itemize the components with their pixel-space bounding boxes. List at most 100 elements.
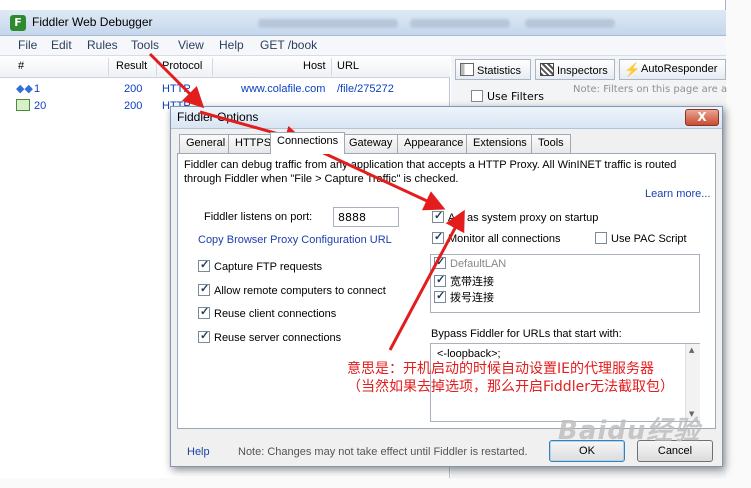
checkbox-box[interactable] <box>434 273 446 287</box>
use-pac-script-checkbox[interactable]: Use PAC Script <box>595 232 687 245</box>
menu-tools[interactable]: Tools <box>131 38 159 52</box>
tab-inspectors[interactable]: Inspectors <box>535 59 615 80</box>
response-image-icon <box>16 99 30 111</box>
dialog-title: Fiddler Options <box>177 110 259 124</box>
column-protocol[interactable]: Protocol <box>162 60 202 72</box>
menu-get-book[interactable]: GET /book <box>260 38 317 52</box>
menu-help[interactable]: Help <box>219 38 244 52</box>
port-input[interactable]: 8888 <box>333 207 399 227</box>
menu-rules[interactable]: Rules <box>87 38 118 52</box>
session-id: 1 <box>34 83 41 95</box>
bypass-label: Bypass Fiddler for URLs that start with: <box>431 328 622 340</box>
tab-appearance[interactable]: Appearance <box>397 134 471 153</box>
column-url[interactable]: URL <box>337 60 359 72</box>
checkbox-box[interactable] <box>595 232 607 244</box>
checkbox-label: Use PAC Script <box>611 233 687 245</box>
table-row[interactable]: ◆◆ 1 200 HTTP www.colafile.com /file/275… <box>0 81 450 98</box>
connections-list: DefaultLAN 宽带连接 拨号连接 <box>430 254 700 313</box>
tab-general[interactable]: General <box>179 134 233 153</box>
menu-bar: File Edit Rules Tools View Help GET /boo… <box>0 36 726 56</box>
checkbox-label: Allow remote computers to connect <box>214 285 386 297</box>
checkbox-box[interactable] <box>434 289 446 303</box>
statistics-icon <box>460 63 474 76</box>
session-list-header: # Result Protocol Host URL <box>0 56 450 78</box>
tab-autoresponder[interactable]: ⚡AutoResponder <box>619 59 726 80</box>
lightning-icon: ⚡ <box>624 62 641 77</box>
connection-label: 宽带连接 <box>450 276 494 288</box>
dialog-title-bar: Fiddler Options X <box>171 107 722 129</box>
reuse-server-checkbox[interactable]: Reuse server connections <box>198 329 342 344</box>
background-page-bottom <box>0 478 751 488</box>
allow-remote-checkbox[interactable]: Allow remote computers to connect <box>198 282 386 297</box>
get-request-icon: ◆◆ <box>16 83 33 95</box>
tab-gateway[interactable]: Gateway <box>342 134 400 153</box>
column-divider <box>108 58 109 76</box>
checkbox-box[interactable] <box>432 209 444 223</box>
session-id: 20 <box>34 100 47 112</box>
list-item[interactable]: 拨号连接 <box>434 289 494 305</box>
checkbox-label: Capture FTP requests <box>214 261 323 273</box>
intro-text-line2: through Fiddler when "File > Capture Tra… <box>184 173 459 185</box>
session-host: www.colafile.com <box>241 83 326 95</box>
column-host[interactable]: Host <box>303 60 326 72</box>
connection-label: 拨号连接 <box>450 292 494 304</box>
annotation-line2: （当然如果去掉选项，那么开启Fiddler无法截取包） <box>347 379 674 395</box>
tab-extensions[interactable]: Extensions <box>466 134 534 153</box>
blurred-title-text <box>410 19 510 28</box>
checkbox-box[interactable] <box>198 305 210 319</box>
menu-file[interactable]: File <box>18 38 37 52</box>
title-bar: F Fiddler Web Debugger <box>0 10 726 36</box>
checkbox-box[interactable] <box>471 90 483 102</box>
checkbox-label: Reuse server connections <box>214 332 342 344</box>
scroll-up-icon[interactable]: ▲ <box>689 346 694 354</box>
filters-note: Note: Filters on this page are a <box>573 84 728 95</box>
blurred-title-text <box>525 19 615 28</box>
connection-label: DefaultLAN <box>450 258 507 270</box>
tab-label: AutoResponder <box>641 63 718 75</box>
column-number[interactable]: # <box>18 60 24 72</box>
fiddler-logo-icon: F <box>10 15 26 31</box>
capture-ftp-checkbox[interactable]: Capture FTP requests <box>198 258 323 273</box>
app-title: Fiddler Web Debugger <box>32 15 153 29</box>
inspectors-icon <box>540 63 554 76</box>
use-filters-label: Use Filters <box>487 90 545 103</box>
column-result[interactable]: Result <box>116 60 147 72</box>
checkbox-box[interactable] <box>198 282 210 296</box>
copy-proxy-config-link[interactable]: Copy Browser Proxy Configuration URL <box>198 234 392 246</box>
checkbox-box[interactable] <box>434 255 446 269</box>
learn-more-link[interactable]: Learn more... <box>645 188 710 200</box>
reuse-client-checkbox[interactable]: Reuse client connections <box>198 305 337 320</box>
tab-label: Statistics <box>477 65 522 77</box>
checkbox-box[interactable] <box>198 329 210 343</box>
monitor-all-connections-checkbox[interactable]: Monitor all connections <box>432 230 561 245</box>
checkbox-label: Monitor all connections <box>448 233 561 245</box>
session-result: 200 <box>124 83 143 95</box>
baidu-watermark: Baidu经验 <box>558 416 701 446</box>
tab-label: Inspectors <box>557 65 608 77</box>
list-item[interactable]: 宽带连接 <box>434 273 494 289</box>
checkbox-label: Reuse client connections <box>214 308 337 320</box>
tab-connections[interactable]: Connections <box>270 132 346 154</box>
tab-statistics[interactable]: Statistics <box>455 59 531 80</box>
blurred-title-text <box>258 19 398 28</box>
column-divider <box>331 58 332 76</box>
act-as-system-proxy-checkbox[interactable]: Act as system proxy on startup <box>432 209 599 224</box>
help-link[interactable]: Help <box>187 446 210 458</box>
column-divider <box>212 58 213 76</box>
session-result: 200 <box>124 100 143 112</box>
use-filters-checkbox[interactable]: Use Filters <box>471 90 544 103</box>
list-item[interactable]: DefaultLAN <box>434 255 507 270</box>
port-label: Fiddler listens on port: <box>204 211 313 223</box>
session-protocol: HTTP <box>162 83 191 95</box>
checkbox-label: Act as system proxy on startup <box>448 212 599 224</box>
column-divider <box>156 58 157 76</box>
menu-view[interactable]: View <box>178 38 204 52</box>
menu-edit[interactable]: Edit <box>51 38 72 52</box>
close-button[interactable]: X <box>685 109 719 126</box>
restart-note: Note: Changes may not take effect until … <box>238 446 528 458</box>
session-url: /file/275272 <box>337 83 394 95</box>
annotation-line1: 意思是：开机启动的时候自动设置IE的代理服务器 <box>347 361 654 377</box>
checkbox-box[interactable] <box>198 258 210 272</box>
tab-tools[interactable]: Tools <box>531 134 571 153</box>
checkbox-box[interactable] <box>432 230 444 244</box>
